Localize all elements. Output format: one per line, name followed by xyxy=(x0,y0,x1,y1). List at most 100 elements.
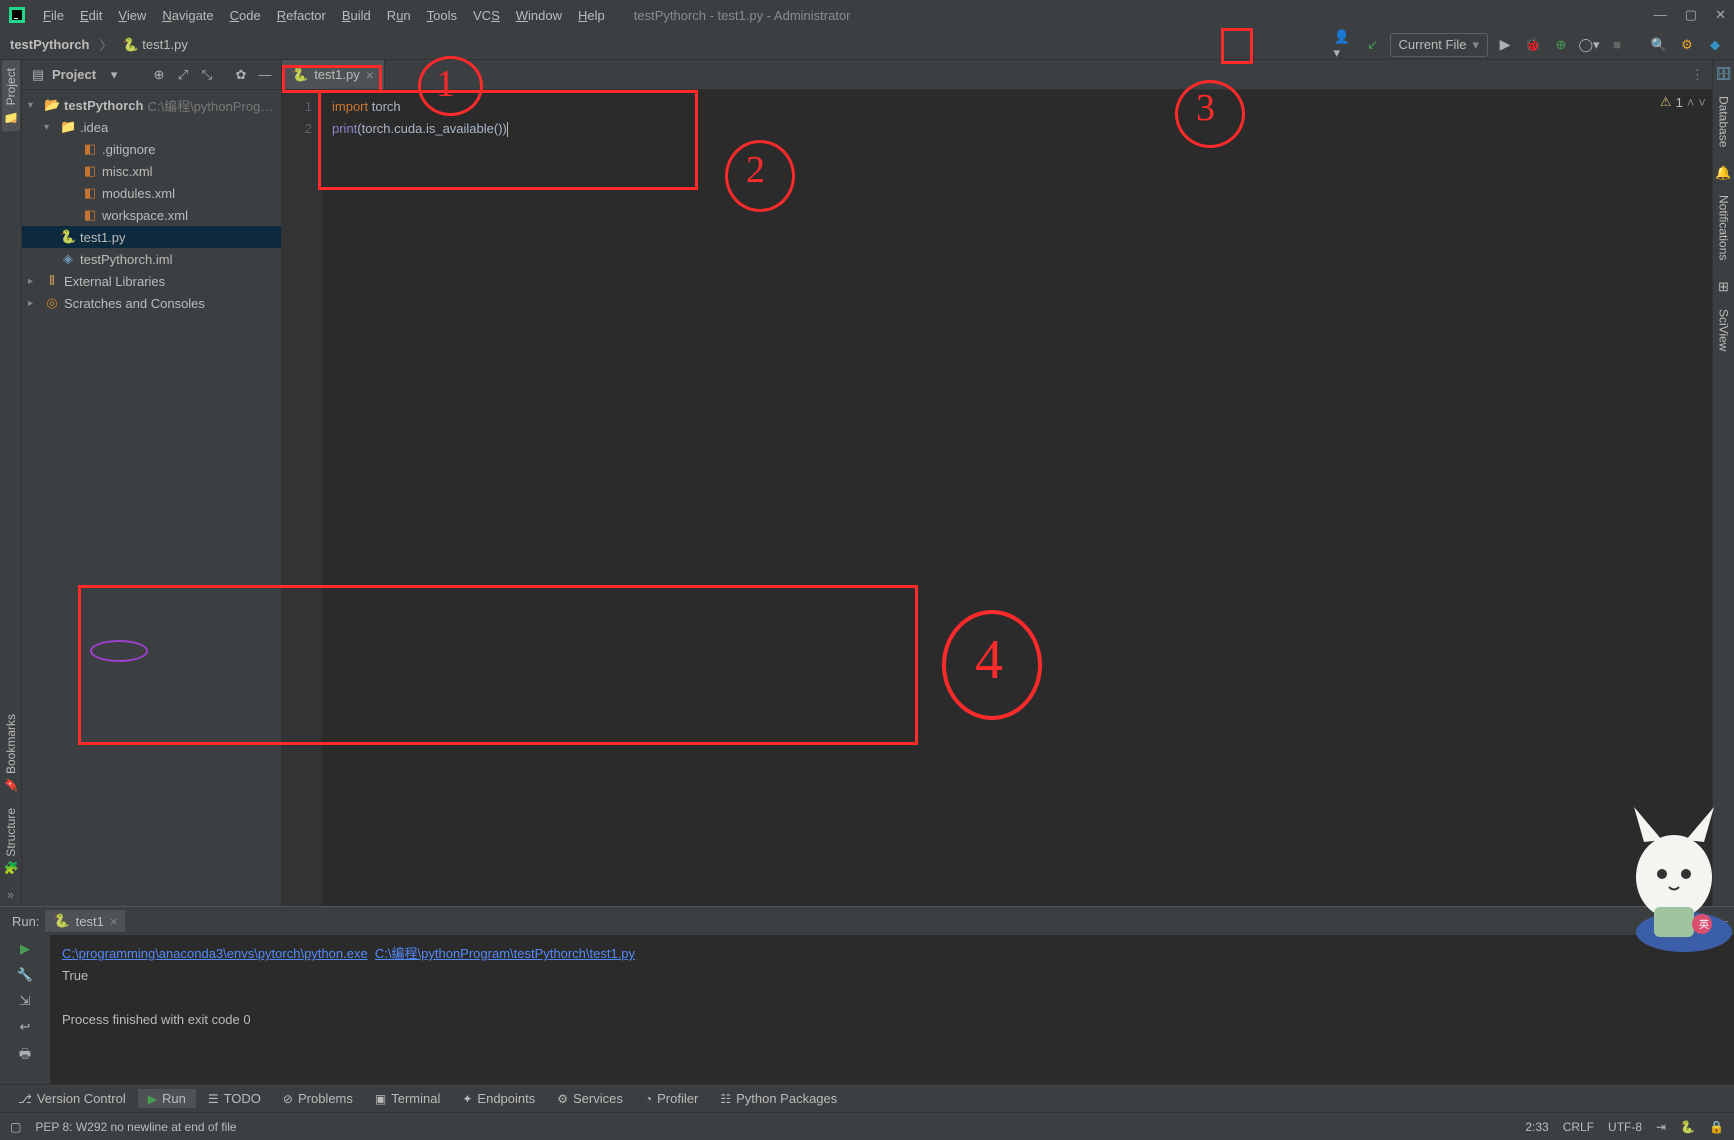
main-area: 📁 Project 🔖 Bookmarks 🧩 Structure » ▤ Pr… xyxy=(0,60,1734,906)
console-link-script[interactable]: C:\编程\pythonProgram\testPythorch\test1.p… xyxy=(375,946,635,961)
select-open-file-icon[interactable]: ⊕ xyxy=(149,67,169,83)
editor-tab-test1[interactable]: 🐍 test1.py × xyxy=(282,60,385,89)
status-position[interactable]: 2:33 xyxy=(1525,1120,1548,1134)
sciview-icon[interactable]: ⊞ xyxy=(1718,279,1729,295)
menu-build[interactable]: Build xyxy=(335,4,378,27)
stop-button[interactable]: ■ xyxy=(1606,34,1628,56)
sidebar-tab-project[interactable]: 📁 Project xyxy=(2,60,20,131)
menu-view[interactable]: View xyxy=(111,4,153,27)
search-everywhere-button[interactable]: 🔍 xyxy=(1648,34,1670,56)
expand-bottom-icon[interactable]: » xyxy=(7,887,14,902)
console-text-output: True xyxy=(62,965,1722,987)
project-view-icon: ▤ xyxy=(28,67,48,83)
run-config-selector[interactable]: Current File▾ xyxy=(1390,33,1488,57)
status-icon[interactable]: ▢ xyxy=(10,1120,21,1134)
ide-settings-button[interactable]: ⚙ xyxy=(1676,34,1698,56)
tool-terminal[interactable]: ▣Terminal xyxy=(365,1089,450,1108)
vcs-update-icon[interactable]: ↙ xyxy=(1362,34,1384,56)
tree-scratches[interactable]: ▸◎Scratches and Consoles xyxy=(22,292,281,314)
tree-file-test1[interactable]: 🐍test1.py xyxy=(22,226,281,248)
tree-file-misc[interactable]: ◧misc.xml xyxy=(22,160,281,182)
project-label[interactable]: Project xyxy=(52,67,100,82)
maximize-button[interactable]: ▢ xyxy=(1685,7,1697,23)
tree-file-gitignore[interactable]: ◧.gitignore xyxy=(22,138,281,160)
add-user-icon[interactable]: 👤▾ xyxy=(1334,34,1356,56)
menu-window[interactable]: Window xyxy=(509,4,569,27)
run-tab[interactable]: 🐍 test1 × xyxy=(45,910,125,932)
run-button[interactable]: ▶ xyxy=(1494,34,1516,56)
tool-python-packages[interactable]: ☷Python Packages xyxy=(710,1089,847,1108)
console-output[interactable]: C:\programming\anaconda3\envs\pytorch\py… xyxy=(50,935,1734,1084)
chevron-down-icon[interactable]: ▾ xyxy=(104,67,124,83)
tree-idea-folder[interactable]: ▾📁.idea xyxy=(22,116,281,138)
hide-panel-icon[interactable]: — xyxy=(255,67,275,82)
editor-tabs: 🐍 test1.py × ⋮ xyxy=(282,60,1712,90)
tree-file-workspace[interactable]: ◧workspace.xml xyxy=(22,204,281,226)
status-eol[interactable]: CRLF xyxy=(1563,1120,1594,1134)
close-tab-icon[interactable]: × xyxy=(366,67,374,83)
project-tree[interactable]: ▾📂 testPythorch C:\编程\pythonProg… ▾📁.ide… xyxy=(22,90,281,318)
menu-code[interactable]: Code xyxy=(223,4,268,27)
status-readonly-icon[interactable]: 🔒 xyxy=(1709,1120,1724,1134)
status-indent-icon[interactable]: ⇥ xyxy=(1656,1120,1666,1134)
menu-vcs[interactable]: VCS xyxy=(466,4,507,27)
inspection-widget[interactable]: ⚠ 1 ˄ ˅ xyxy=(1660,94,1706,110)
sidebar-tab-structure[interactable]: 🧩 Structure xyxy=(2,800,20,883)
tool-todo[interactable]: ☰TODO xyxy=(198,1089,271,1108)
console-link-python[interactable]: C:\programming\anaconda3\envs\pytorch\py… xyxy=(62,946,368,961)
right-tool-strip: 🗄 Database 🔔 Notifications ⊞ SciView xyxy=(1712,60,1734,906)
sidebar-tab-bookmarks[interactable]: 🔖 Bookmarks xyxy=(2,706,20,800)
menu-navigate[interactable]: Navigate xyxy=(155,4,220,27)
run-settings-icon[interactable]: ✿ xyxy=(1694,913,1705,929)
tree-external-libraries[interactable]: ▸⫴External Libraries xyxy=(22,270,281,292)
menu-file[interactable]: File xyxy=(36,4,71,27)
print-icon[interactable]: 🖶 xyxy=(19,1045,31,1067)
tool-profiler[interactable]: ◔Profiler xyxy=(635,1089,708,1108)
prev-highlight-icon[interactable]: ˄ xyxy=(1687,95,1695,110)
database-icon[interactable]: 🗄 xyxy=(1715,66,1732,82)
tool-version-control[interactable]: ⎇Version Control xyxy=(8,1089,136,1108)
soft-wrap-icon[interactable]: ↩ xyxy=(20,1019,31,1035)
status-interpreter-icon[interactable]: 🐍 xyxy=(1680,1120,1695,1134)
sidebar-tab-database[interactable]: Database xyxy=(1715,88,1733,155)
tree-file-modules[interactable]: ◧modules.xml xyxy=(22,182,281,204)
settings-icon[interactable]: ✿ xyxy=(231,67,251,83)
close-button[interactable]: ✕ xyxy=(1715,7,1726,23)
minimize-button[interactable]: — xyxy=(1654,7,1667,23)
menu-run[interactable]: Run xyxy=(380,4,418,27)
collapse-all-icon[interactable]: ⤡ xyxy=(197,67,217,83)
sidebar-tab-sciview[interactable]: SciView xyxy=(1715,301,1733,359)
profile-button[interactable]: ◯▾ xyxy=(1578,34,1600,56)
scroll-to-end-icon[interactable]: ⇲ xyxy=(20,993,31,1009)
tool-endpoints[interactable]: ✦Endpoints xyxy=(452,1089,545,1108)
code-content[interactable]: import torch print(torch.cuda.is_availab… xyxy=(322,90,1712,906)
hide-run-icon[interactable]: — xyxy=(1715,913,1728,929)
breadcrumb-project[interactable]: testPythorch xyxy=(4,35,95,54)
title-bar: File Edit View Navigate Code Refactor Bu… xyxy=(0,0,1734,30)
tool-problems[interactable]: ⊘Problems xyxy=(273,1089,363,1108)
menu-refactor[interactable]: Refactor xyxy=(270,4,333,27)
code-editor[interactable]: 1 2 import torch print(torch.cuda.is_ava… xyxy=(282,90,1712,906)
tool-services[interactable]: ⚙Services xyxy=(547,1089,633,1108)
close-run-tab-icon[interactable]: × xyxy=(110,914,118,929)
breadcrumb-file[interactable]: 🐍 test1.py xyxy=(116,35,193,55)
run-coverage-button[interactable]: ⊕ xyxy=(1550,34,1572,56)
modify-run-icon[interactable]: 🔧 xyxy=(17,967,33,983)
menu-help[interactable]: Help xyxy=(571,4,612,27)
sidebar-tab-notifications[interactable]: Notifications xyxy=(1715,187,1733,268)
debug-button[interactable]: 🐞 xyxy=(1522,34,1544,56)
python-icon: 🐍 xyxy=(53,913,69,929)
line-gutter: 1 2 xyxy=(282,90,322,906)
tree-file-iml[interactable]: ◈testPythorch.iml xyxy=(22,248,281,270)
rerun-button[interactable]: ▶ xyxy=(20,941,30,957)
tool-run[interactable]: ▶Run xyxy=(138,1089,196,1108)
next-highlight-icon[interactable]: ˅ xyxy=(1698,95,1706,110)
menu-edit[interactable]: Edit xyxy=(73,4,109,27)
tree-project-root[interactable]: ▾📂 testPythorch C:\编程\pythonProg… xyxy=(22,94,281,116)
expand-all-icon[interactable]: ⤢ xyxy=(173,67,193,83)
status-encoding[interactable]: UTF-8 xyxy=(1608,1120,1642,1134)
tabs-more-icon[interactable]: ⋮ xyxy=(1683,60,1712,89)
toolbox-button[interactable]: ◆ xyxy=(1704,34,1726,56)
menu-tools[interactable]: Tools xyxy=(420,4,464,27)
notifications-icon[interactable]: 🔔 xyxy=(1715,165,1731,181)
